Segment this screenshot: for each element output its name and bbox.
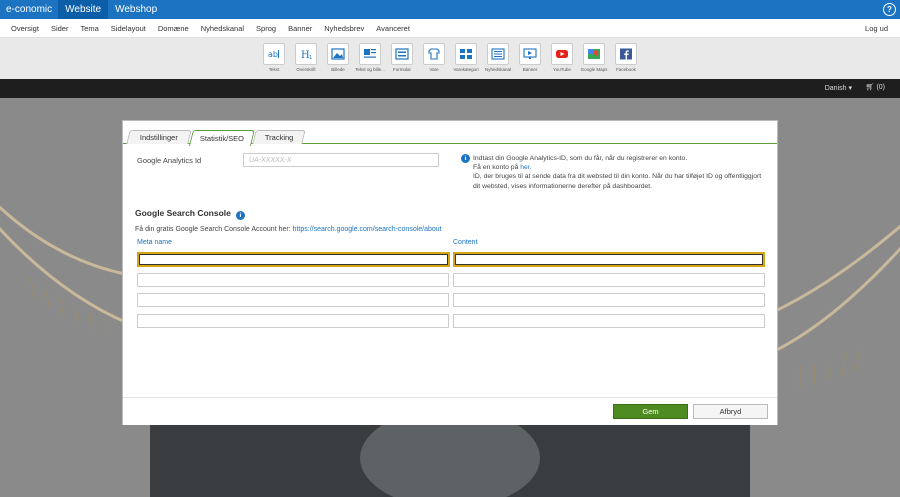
- tab-label: Indstillinger: [139, 133, 178, 142]
- tool-form[interactable]: Formular: [388, 43, 416, 72]
- cart-button[interactable]: 🛒︎ (0): [866, 83, 885, 91]
- gsc-account-text: Få din gratis Google Search Console Acco…: [135, 226, 442, 233]
- tool-maps[interactable]: Google Maps: [580, 43, 608, 72]
- info-line-3: ID, der bruges til at sende data fra dit…: [473, 173, 762, 190]
- content-column-header: Content: [453, 239, 478, 246]
- nav-item-nyhedskanal[interactable]: Nyhedskanal: [195, 24, 250, 33]
- info-line-1: Indtast din Google Analytics-ID, som du …: [473, 155, 688, 162]
- text-image-icon: [359, 43, 381, 65]
- cancel-button[interactable]: Afbryd: [693, 404, 768, 419]
- tab-tracking[interactable]: Tracking: [252, 130, 306, 144]
- tab-website[interactable]: Website: [58, 0, 109, 19]
- tab-statistik-seo[interactable]: Statistik/SEO: [189, 130, 255, 146]
- cart-icon: 🛒︎: [865, 84, 875, 91]
- tool-label: Vare: [429, 67, 439, 72]
- register-account-link[interactable]: her: [520, 164, 529, 171]
- language-selector[interactable]: Danish ▾: [825, 84, 852, 92]
- tool-label: Varekategori: [453, 67, 479, 72]
- nav-item-sider[interactable]: Sider: [45, 24, 75, 33]
- tool-label: Formular: [392, 67, 411, 72]
- meta-name-column-header: Meta name: [137, 239, 173, 246]
- language-label: Danish: [824, 85, 847, 92]
- widget-toolbar: ab Tekst H1 Overskrift Billede Tekst og …: [0, 38, 900, 79]
- tool-text[interactable]: ab Tekst: [260, 43, 288, 72]
- text-icon: ab: [263, 43, 285, 65]
- tab-label: Tracking: [264, 133, 294, 142]
- site-header: Danish ▾ 🛒︎ (0): [0, 79, 900, 98]
- nav-item-banner[interactable]: Banner: [282, 24, 318, 33]
- content-input-4[interactable]: [453, 314, 765, 328]
- image-icon: [327, 43, 349, 65]
- analytics-info-text: Indtast din Google Analytics-ID, som du …: [473, 154, 763, 191]
- sub-navigation: Oversigt Sider Tema Sidelayout Domæne Ny…: [0, 19, 900, 38]
- meta-name-input-1[interactable]: [137, 252, 450, 267]
- product-icon: [423, 43, 445, 65]
- tab-webshop[interactable]: Webshop: [108, 0, 164, 19]
- category-icon: [455, 43, 477, 65]
- tool-label: Facebook: [616, 67, 636, 72]
- tool-text-image[interactable]: Tekst og bille...: [355, 43, 385, 72]
- chevron-down-icon: ▾: [848, 85, 852, 92]
- tool-facebook[interactable]: Facebook: [612, 43, 640, 72]
- tool-banner[interactable]: Banner: [516, 43, 544, 72]
- nav-item-nyhedsbrev[interactable]: Nyhedsbrev: [318, 24, 370, 33]
- tool-image[interactable]: Billede: [324, 43, 352, 72]
- nav-item-sprog[interactable]: Sprog: [250, 24, 282, 33]
- tool-label: Google Maps: [580, 67, 608, 72]
- nav-item-tema[interactable]: Tema: [74, 24, 104, 33]
- tool-news[interactable]: Nyhedskanal: [484, 43, 512, 72]
- news-icon: [487, 43, 509, 65]
- meta-name-input-4[interactable]: [137, 314, 449, 328]
- info-icon: i: [235, 211, 245, 220]
- cart-count: (0): [876, 84, 885, 91]
- tool-label: Overskrift: [296, 67, 316, 72]
- dialog-tabs: Indstillinger Statistik/SEO Tracking: [123, 129, 777, 146]
- form-icon: [391, 43, 413, 65]
- tool-category[interactable]: Varekategori: [452, 43, 480, 72]
- youtube-icon: [551, 43, 573, 65]
- maps-icon: [583, 43, 605, 65]
- seo-settings-dialog: Indstillinger Statistik/SEO Tracking Goo…: [122, 120, 778, 425]
- analytics-id-label: Google Analytics Id: [137, 156, 202, 165]
- tool-label: Tekst og bille...: [355, 67, 385, 72]
- banner-icon: [519, 43, 541, 65]
- svg-text:1: 1: [309, 55, 312, 60]
- content-input-1[interactable]: [453, 252, 765, 267]
- logout-link[interactable]: Log ud: [865, 24, 888, 33]
- save-button[interactable]: Gem: [613, 404, 688, 419]
- tool-label: YouTube: [553, 67, 571, 72]
- svg-text:ab: ab: [268, 50, 278, 59]
- gsc-link[interactable]: https://search.google.com/search-console…: [293, 226, 442, 233]
- facebook-icon: [615, 43, 637, 65]
- tool-product[interactable]: Vare: [420, 43, 448, 72]
- nav-item-avanceret[interactable]: Avanceret: [370, 24, 416, 33]
- nav-item-sidelayout[interactable]: Sidelayout: [105, 24, 152, 33]
- top-bar: e-conomic Website Webshop ?: [0, 0, 900, 19]
- gsc-section-title: Google Search Console i: [135, 208, 245, 220]
- tool-label: Banner: [522, 67, 538, 72]
- analytics-id-input[interactable]: [243, 153, 439, 167]
- tool-heading[interactable]: H1 Overskrift: [292, 43, 320, 72]
- info-icon: i: [461, 154, 470, 163]
- nav-item-oversigt[interactable]: Oversigt: [5, 24, 45, 33]
- content-input-2[interactable]: [453, 273, 765, 287]
- help-icon[interactable]: ?: [883, 3, 896, 16]
- nav-item-domaene[interactable]: Domæne: [152, 24, 195, 33]
- content-input-3[interactable]: [453, 293, 765, 307]
- tool-label: Tekst: [268, 67, 280, 72]
- meta-name-input-2[interactable]: [137, 273, 449, 287]
- info-line-2: Få en konto på her.: [473, 164, 532, 172]
- tab-label: Statistik/SEO: [199, 133, 244, 143]
- tool-label: Billede: [331, 67, 345, 72]
- meta-name-input-3[interactable]: [137, 293, 449, 307]
- tab-indstillinger[interactable]: Indstillinger: [126, 130, 192, 144]
- heading-icon: H1: [295, 43, 317, 65]
- brand-logo[interactable]: e-conomic: [0, 0, 59, 19]
- tool-label: Nyhedskanal: [484, 67, 511, 72]
- tool-youtube[interactable]: YouTube: [548, 43, 576, 72]
